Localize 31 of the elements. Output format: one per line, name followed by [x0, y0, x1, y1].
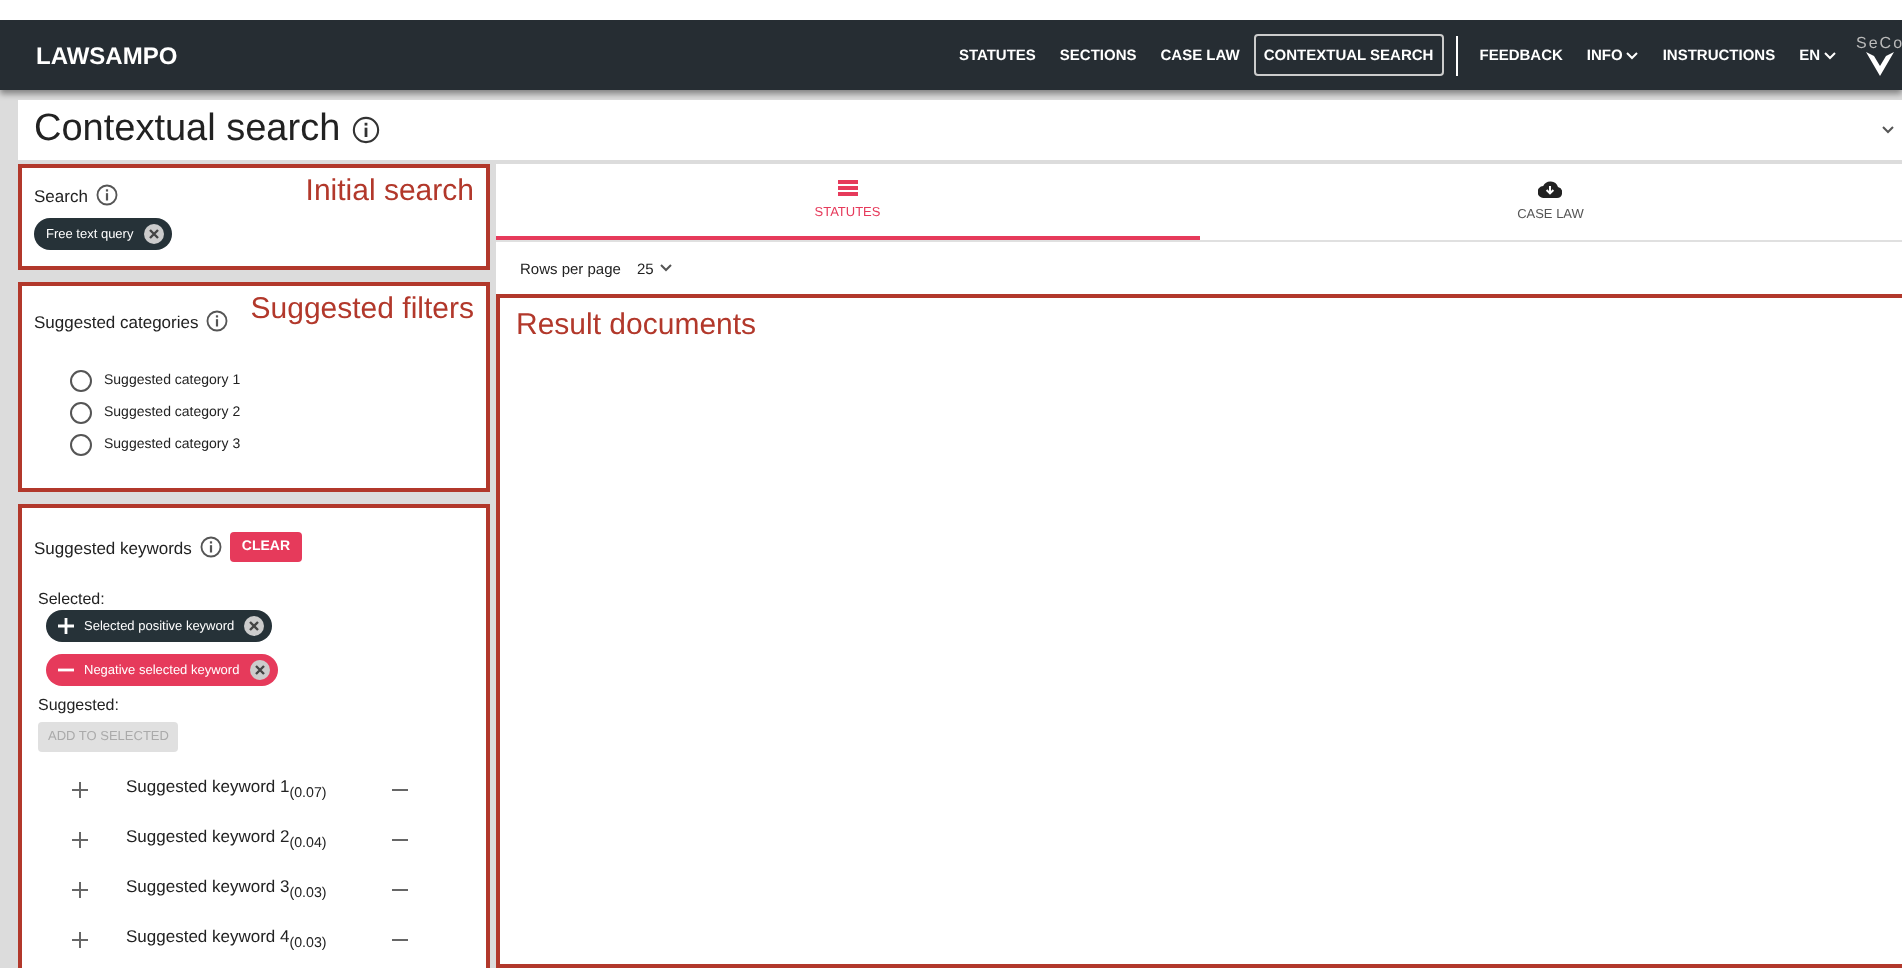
- cloud-download-icon: [1538, 179, 1563, 197]
- annotation-label: Result documents: [516, 308, 757, 342]
- section-label: Search: [34, 185, 88, 205]
- suggested-label: Suggested:: [38, 696, 121, 714]
- caret-icon: [1824, 51, 1836, 59]
- keyword-item: Suggested keyword 2$_{(0.04)}$: [126, 826, 329, 852]
- close-icon[interactable]: [249, 660, 270, 680]
- caret-icon: [659, 264, 672, 272]
- selected-label: Selected:: [38, 590, 107, 608]
- annotation-label: Suggested filters: [250, 292, 474, 326]
- info-icon[interactable]: [352, 116, 381, 144]
- menu-icon: [837, 180, 858, 196]
- info-icon[interactable]: [199, 536, 222, 558]
- radio-icon[interactable]: [70, 369, 92, 391]
- caret-icon: [1626, 51, 1639, 59]
- info-icon[interactable]: [95, 184, 118, 206]
- annotation-label: Initial search: [305, 174, 474, 208]
- radio-icon[interactable]: [70, 433, 92, 455]
- plus-icon: [58, 618, 74, 634]
- keyword-item: Suggested keyword 4$_{(0.03)}$: [126, 926, 329, 952]
- keyword-item: Suggested keyword 1$_{(0.07)}$: [126, 776, 329, 802]
- info-icon[interactable]: [206, 310, 229, 332]
- brand-name[interactable]: LAWSAMPO: [36, 41, 949, 69]
- section-label: Suggested categories: [34, 311, 199, 331]
- close-icon[interactable]: [244, 616, 265, 636]
- page-title: Contextual search: [34, 108, 341, 152]
- keyword-item: Suggested keyword 3$_{(0.03)}$: [126, 876, 329, 902]
- section-label: Suggested keywords: [34, 537, 192, 557]
- radio-icon[interactable]: [70, 401, 92, 423]
- caret-icon: [1882, 126, 1894, 134]
- close-icon[interactable]: [143, 224, 164, 244]
